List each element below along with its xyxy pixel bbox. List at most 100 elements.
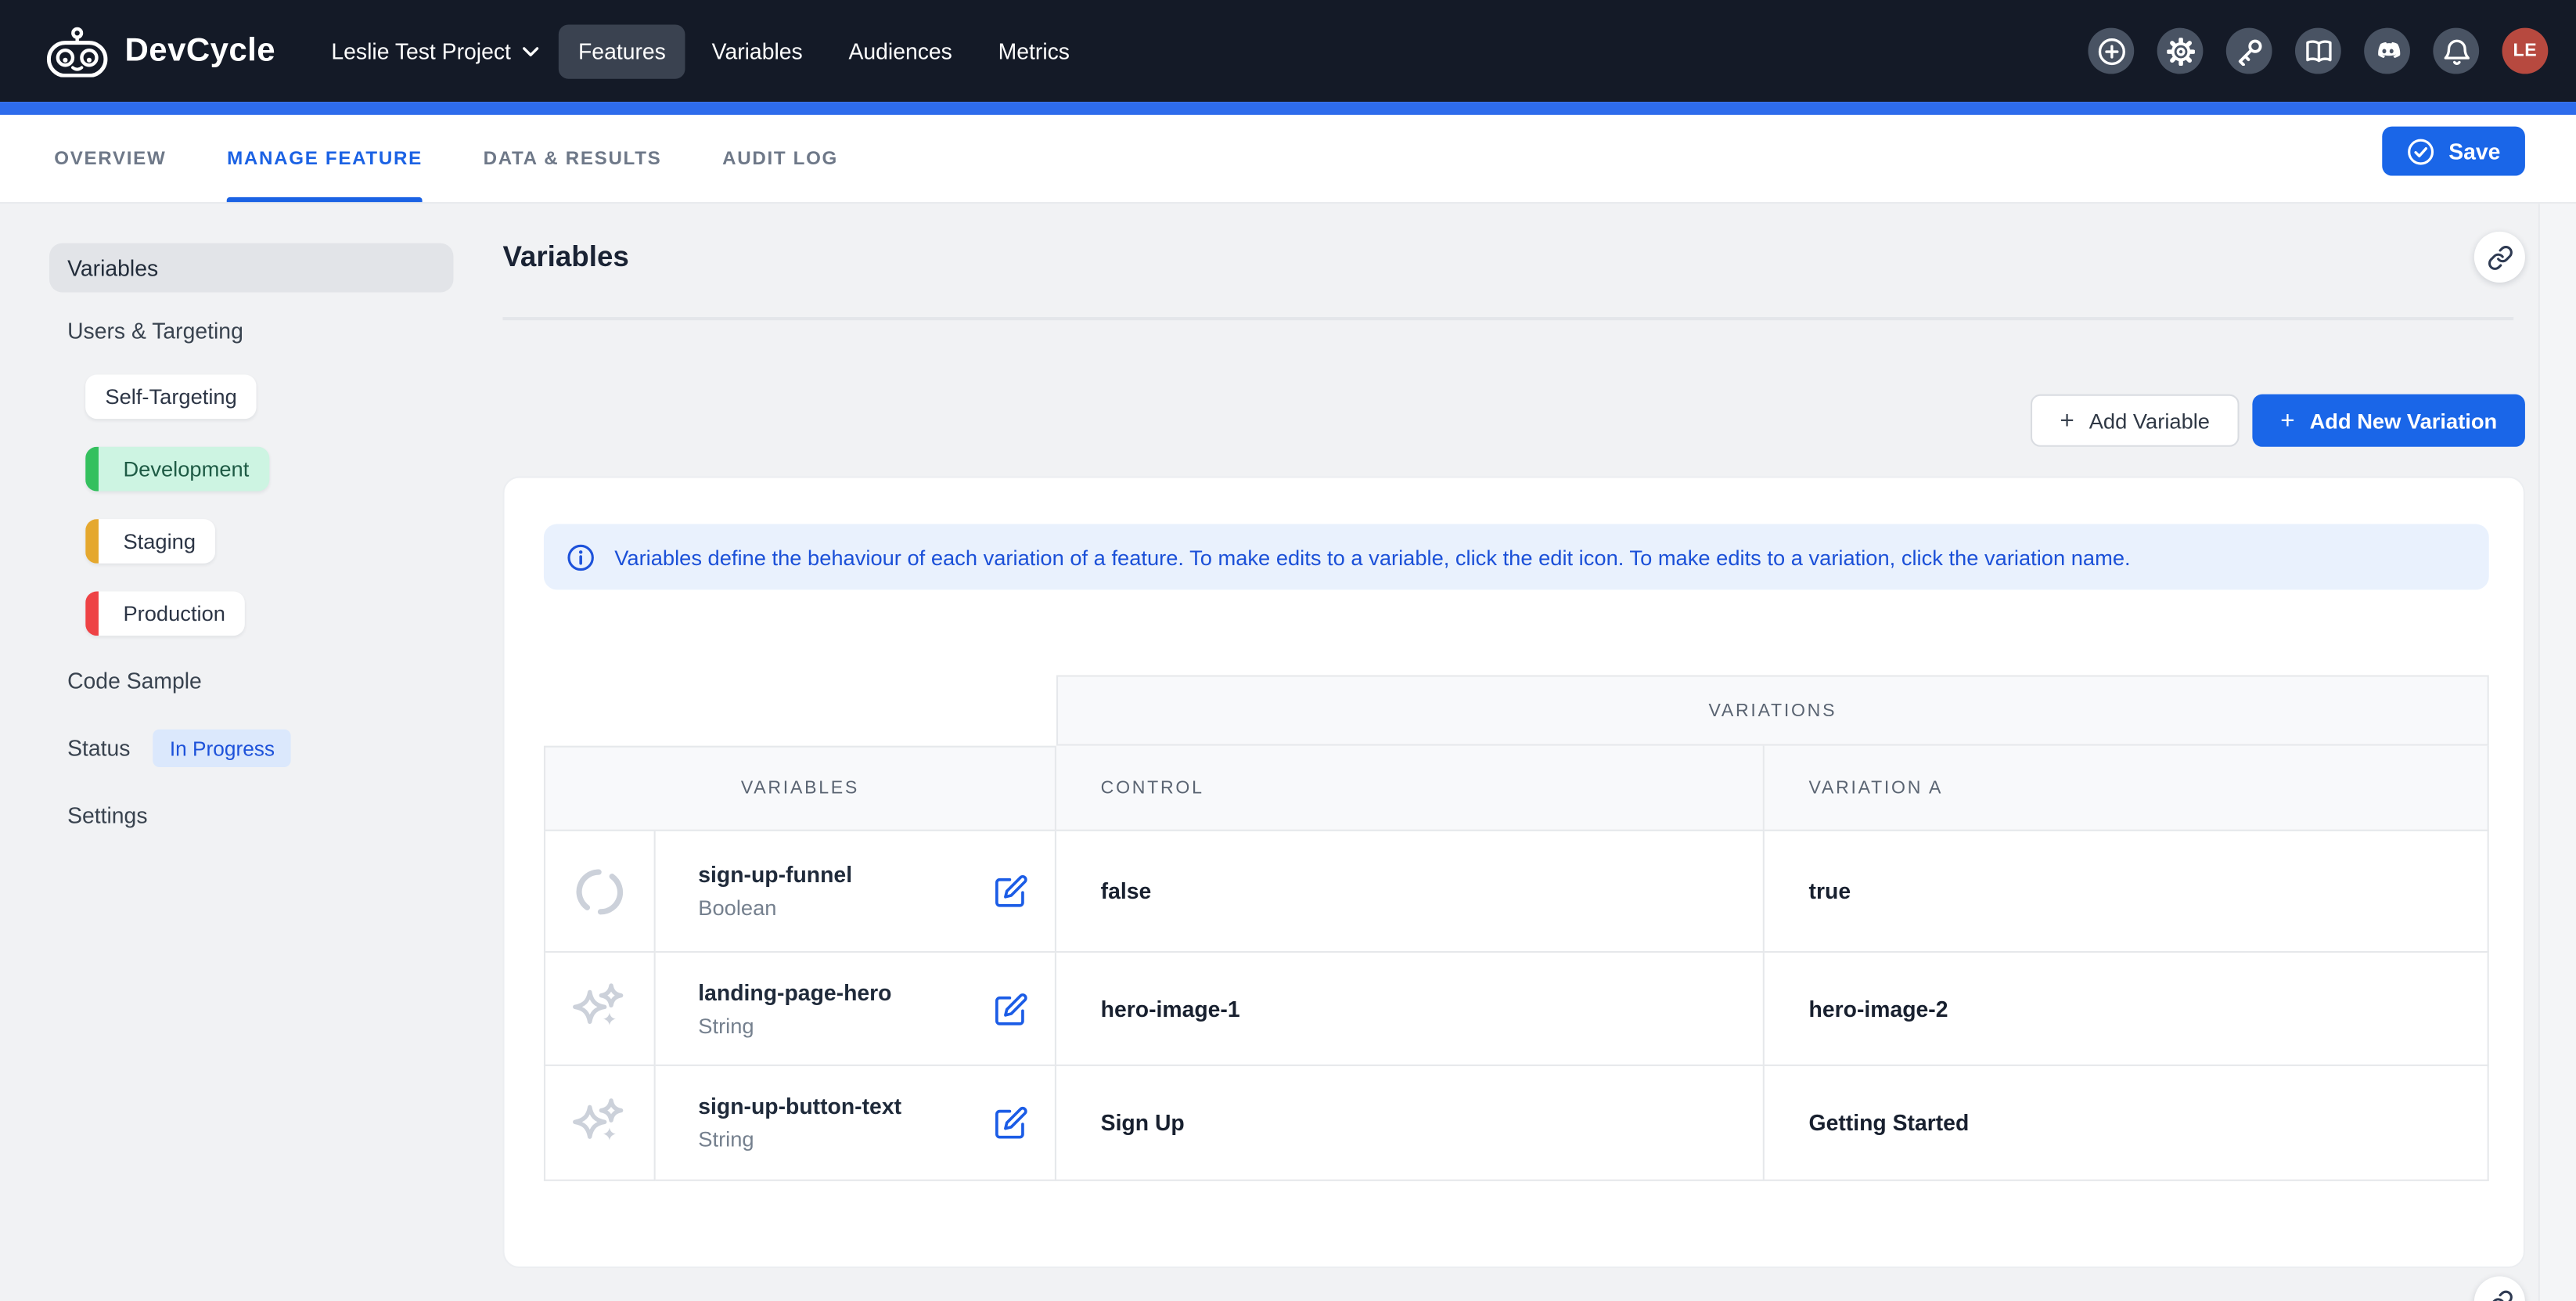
env-label: Self-Targeting <box>105 384 236 409</box>
nav-link-variables[interactable]: Variables <box>692 23 822 77</box>
column-header-control: CONTROL <box>1056 746 1765 831</box>
add-new-variation-label: Add New Variation <box>2310 408 2498 432</box>
avatar-initials: LE <box>2513 41 2538 60</box>
docs-icon <box>2304 37 2333 65</box>
variables-card: Variables define the behaviour of each v… <box>502 477 2524 1268</box>
tab-manage-feature[interactable]: MANAGE FEATURE <box>227 115 423 202</box>
sidebar-item-settings[interactable]: Settings <box>67 803 147 827</box>
next-section-link-button[interactable] <box>2474 1277 2525 1301</box>
keys-button[interactable] <box>2226 28 2272 74</box>
sidebar-item-code-sample[interactable]: Code Sample <box>67 669 202 693</box>
section-link-button[interactable] <box>2474 232 2525 283</box>
content-area: Variables Users & Targeting Self-Targeti… <box>0 204 2576 1301</box>
devcycle-logo[interactable]: DevCycle <box>45 26 275 77</box>
table-corner-spacer <box>544 675 1056 745</box>
variables-actions: + Add Variable + Add New Variation <box>2031 395 2525 447</box>
env-label: Development <box>123 456 249 481</box>
brand-name: DevCycle <box>125 32 275 70</box>
nav-link-metrics[interactable]: Metrics <box>978 23 1089 77</box>
variables-table: VARIATIONS VARIABLES CONTROL VARIATION A <box>544 675 2489 1180</box>
control-value: hero-image-1 <box>1101 996 1240 1021</box>
info-banner: Variables define the behaviour of each v… <box>544 524 2489 589</box>
section-divider <box>502 317 2513 320</box>
devcycle-app: DevCycle Leslie Test Project Features Va… <box>0 0 2576 1301</box>
tab-data-results[interactable]: DATA & RESULTS <box>484 115 662 202</box>
feature-tab-bar: OVERVIEW MANAGE FEATURE DATA & RESULTS A… <box>0 115 2576 204</box>
check-circle-icon <box>2408 137 2436 165</box>
accent-progress-bar <box>0 102 2576 115</box>
sidebar-env-self-targeting[interactable]: Self-Targeting <box>85 374 257 419</box>
status-badge: In Progress <box>153 730 291 767</box>
sidebar-env-development[interactable]: Development <box>85 447 268 492</box>
add-variable-button[interactable]: + Add Variable <box>2031 395 2240 447</box>
sidebar-item-label: Settings <box>67 803 147 827</box>
save-button[interactable]: Save <box>2383 127 2525 176</box>
env-color-bar <box>85 447 99 492</box>
column-header-variation-a: VARIATION A <box>1765 746 2489 831</box>
control-value-cell: false <box>1056 831 1765 953</box>
tab-audit-log[interactable]: AUDIT LOG <box>722 115 838 202</box>
variation-a-value-cell: hero-image-2 <box>1765 953 2489 1066</box>
variations-group-header: VARIATIONS <box>1056 675 2489 745</box>
sparkles-icon <box>570 979 630 1039</box>
edit-variable-button[interactable] <box>992 990 1028 1026</box>
sidebar-item-variables[interactable]: Variables <box>49 243 453 293</box>
save-label: Save <box>2448 139 2500 163</box>
link-icon <box>2487 1288 2513 1301</box>
nav-icon-group: LE <box>2088 28 2548 74</box>
env-label: Staging <box>123 529 196 553</box>
docs-button[interactable] <box>2295 28 2341 74</box>
sidebar-env-staging[interactable]: Staging <box>85 519 215 564</box>
variable-type-cell <box>544 831 656 953</box>
link-icon <box>2487 244 2513 271</box>
add-variable-label: Add Variable <box>2089 408 2210 432</box>
project-name: Leslie Test Project <box>331 38 511 63</box>
column-header-label: VARIATION A <box>1809 778 1944 798</box>
variable-name-cell: sign-up-button-text String <box>656 1066 1056 1181</box>
sparkles-icon <box>570 1094 630 1153</box>
project-selector[interactable]: Leslie Test Project <box>331 38 538 63</box>
settings-icon <box>2166 37 2194 65</box>
edit-icon <box>993 874 1027 908</box>
variation-a-value: hero-image-2 <box>1809 996 1948 1021</box>
control-value-cell: Sign Up <box>1056 1066 1765 1181</box>
primary-nav: Features Variables Audiences Metrics <box>559 23 1089 77</box>
plus-icon: + <box>2060 406 2074 434</box>
add-new-variation-button[interactable]: + Add New Variation <box>2253 395 2525 447</box>
status-label[interactable]: Status <box>67 736 130 760</box>
env-color-bar <box>85 519 99 564</box>
edit-variable-button[interactable] <box>992 1105 1028 1141</box>
control-value: false <box>1101 879 1152 903</box>
notifications-button[interactable] <box>2433 28 2479 74</box>
togglebot-icon <box>45 26 110 77</box>
scroll-gutter[interactable] <box>2538 204 2576 1301</box>
control-value: Sign Up <box>1101 1111 1185 1135</box>
info-banner-text: Variables define the behaviour of each v… <box>614 545 2130 569</box>
settings-button[interactable] <box>2157 28 2204 74</box>
nav-link-features[interactable]: Features <box>559 23 685 77</box>
user-avatar[interactable]: LE <box>2502 28 2549 74</box>
sidebar-item-label: Variables <box>67 255 158 279</box>
chevron-down-icon <box>523 45 539 57</box>
info-icon <box>567 543 595 571</box>
variation-a-value: true <box>1809 879 1851 903</box>
edit-variable-button[interactable] <box>992 873 1028 909</box>
sidebar-item-users-targeting[interactable]: Users & Targeting <box>67 319 243 343</box>
env-label: Production <box>123 601 225 625</box>
column-header-label: VARIABLES <box>741 779 859 798</box>
section-title: Variables <box>502 240 628 274</box>
discord-button[interactable] <box>2364 28 2410 74</box>
variable-type-cell <box>544 953 656 1066</box>
discord-icon <box>2373 39 2402 62</box>
column-header-label: VARIATIONS <box>1708 701 1837 720</box>
sidebar-item-label: Code Sample <box>67 669 202 693</box>
notifications-icon <box>2442 37 2470 65</box>
sidebar-status-row: Status In Progress <box>67 730 291 767</box>
nav-link-audiences[interactable]: Audiences <box>829 23 972 77</box>
add-button[interactable] <box>2088 28 2134 74</box>
tab-overview[interactable]: OVERVIEW <box>54 115 166 202</box>
plus-icon: + <box>2280 406 2294 434</box>
column-header-label: CONTROL <box>1101 778 1204 798</box>
variables-section: Variables + Add Variable + Add New Varia… <box>493 204 2538 1301</box>
sidebar-env-production[interactable]: Production <box>85 591 245 636</box>
